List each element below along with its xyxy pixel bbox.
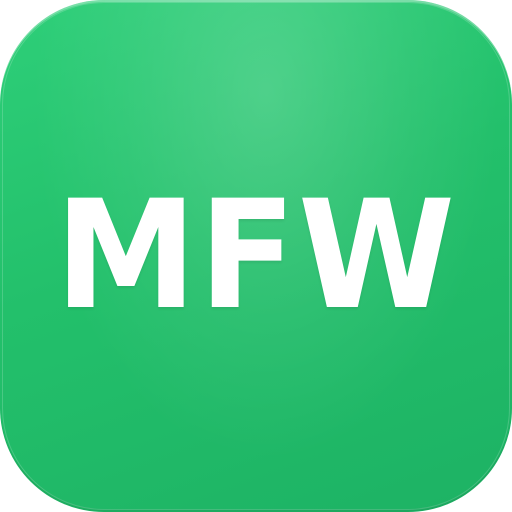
app-icon-stage: MFW	[0, 0, 512, 512]
app-icon[interactable]: MFW	[0, 0, 512, 512]
app-icon-monogram: MFW	[54, 169, 458, 343]
